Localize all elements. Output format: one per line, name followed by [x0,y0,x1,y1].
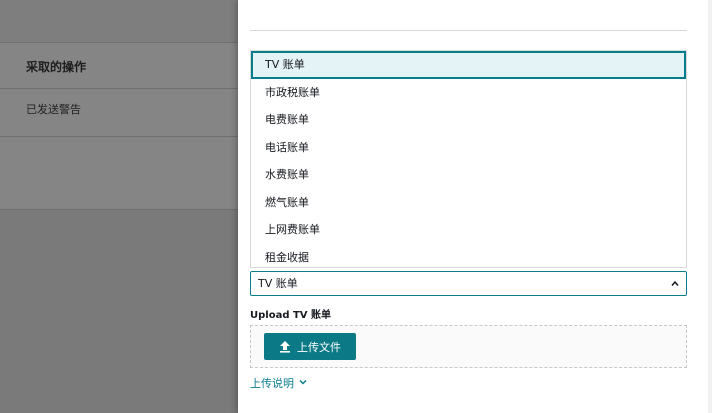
option-internet-bill[interactable]: 上网费账单 [251,216,686,244]
upload-button-label: 上传文件 [297,340,341,354]
upload-label: Upload TV 账单 [250,310,332,321]
background-divider [0,88,238,89]
upload-icon [279,340,291,353]
side-panel: TV 账单 市政税账单 电费账单 电话账单 水费账单 燃气账单 上网费账单 租金… [238,0,714,413]
option-tv-bill[interactable]: TV 账单 [251,51,686,79]
option-water-bill[interactable]: 水费账单 [251,161,686,189]
panel-divider [250,30,687,31]
upload-instructions-toggle[interactable]: 上传说明 [250,375,308,391]
document-type-dropdown-list: TV 账单 市政税账单 电费账单 电话账单 水费账单 燃气账单 上网费账单 租金… [250,50,687,268]
option-electricity-bill[interactable]: 电费账单 [251,106,686,134]
warning-sent-text: 已发送警告 [26,103,81,116]
option-gas-bill[interactable]: 燃气账单 [251,189,686,217]
chevron-up-icon [670,272,680,303]
upload-file-button[interactable]: 上传文件 [264,333,356,360]
instructions-label: 上传说明 [250,377,294,390]
upload-dropzone[interactable]: 上传文件 [250,325,687,368]
option-rent-receipt[interactable]: 租金收据 [251,244,686,272]
actions-taken-heading: 采取的操作 [26,60,87,74]
background-header [0,0,238,42]
chevron-down-icon [298,377,308,390]
option-phone-bill[interactable]: 电话账单 [251,134,686,162]
option-council-tax-bill[interactable]: 市政税账单 [251,79,686,107]
document-type-select[interactable]: TV 账单 [250,271,687,296]
background-divider [0,136,238,137]
select-value: TV 账单 [258,277,298,290]
panel-scrollbar[interactable] [708,0,712,413]
